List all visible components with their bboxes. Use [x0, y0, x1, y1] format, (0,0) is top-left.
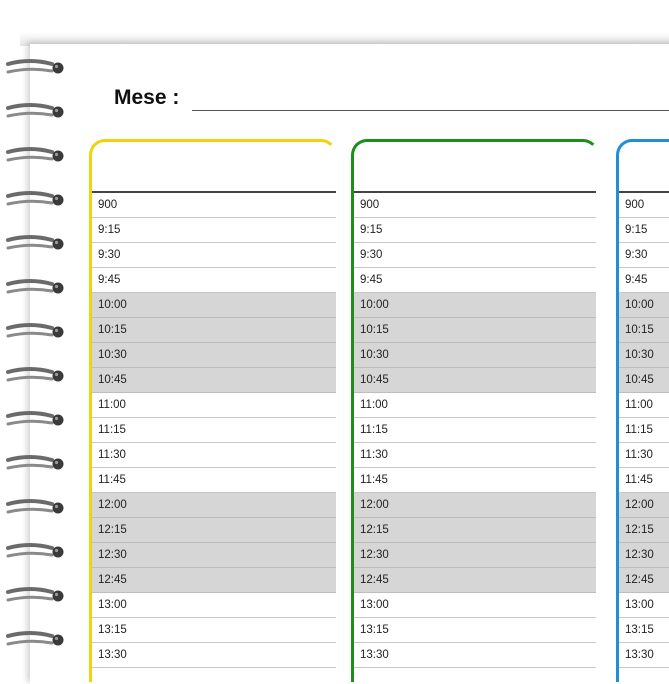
- time-slot[interactable]: 12:45: [92, 568, 336, 593]
- time-slot[interactable]: 900: [619, 193, 669, 218]
- time-slot[interactable]: 12:30: [92, 543, 336, 568]
- time-slot[interactable]: 10:45: [354, 368, 596, 393]
- day-column-3: 900 9:15 9:30 9:45 10:00 10:15 10:30 10:45 11:00…: [616, 139, 669, 682]
- month-input-line[interactable]: [192, 110, 669, 111]
- spiral-binding-icon: [6, 59, 64, 646]
- time-slot[interactable]: 11:00: [92, 393, 336, 418]
- time-slot[interactable]: 13:00: [92, 593, 336, 618]
- time-slot[interactable]: 13:15: [354, 618, 596, 643]
- time-slot[interactable]: 13:30: [354, 643, 596, 668]
- time-slot[interactable]: 9:45: [354, 268, 596, 293]
- time-slot[interactable]: 9:15: [619, 218, 669, 243]
- day-header-3[interactable]: [619, 142, 669, 193]
- time-slot[interactable]: 9:45: [619, 268, 669, 293]
- spiral-ring-icon: [6, 235, 64, 250]
- time-slot[interactable]: 11:45: [92, 468, 336, 493]
- time-slot[interactable]: 900: [354, 193, 596, 218]
- time-slot[interactable]: 11:15: [92, 418, 336, 443]
- time-slot[interactable]: 10:30: [92, 343, 336, 368]
- time-slot[interactable]: 11:00: [619, 393, 669, 418]
- time-slot[interactable]: 11:30: [354, 443, 596, 468]
- time-slot[interactable]: 12:15: [354, 518, 596, 543]
- spiral-ring-icon: [6, 323, 64, 338]
- spiral-ring-icon: [6, 191, 64, 206]
- time-slot[interactable]: 10:15: [354, 318, 596, 343]
- time-slot[interactable]: 12:00: [354, 493, 596, 518]
- time-slot[interactable]: 10:15: [92, 318, 336, 343]
- time-slot[interactable]: 11:45: [619, 468, 669, 493]
- spiral-ring-icon: [6, 147, 64, 162]
- spiral-ring-icon: [6, 367, 64, 382]
- time-slot[interactable]: 11:45: [354, 468, 596, 493]
- time-slot[interactable]: 9:15: [354, 218, 596, 243]
- time-slot[interactable]: 13:30: [619, 643, 669, 668]
- time-slot[interactable]: 11:15: [619, 418, 669, 443]
- spiral-ring-icon: [6, 279, 64, 294]
- time-slot[interactable]: 10:15: [619, 318, 669, 343]
- spiral-ring-icon: [6, 587, 64, 602]
- day-column-2: 900 9:15 9:30 9:45 10:00 10:15 10:30 10:45 11:00…: [351, 139, 599, 682]
- spiral-ring-icon: [6, 103, 64, 118]
- time-slot[interactable]: 10:30: [354, 343, 596, 368]
- time-slot[interactable]: 11:00: [354, 393, 596, 418]
- time-slot[interactable]: 10:45: [619, 368, 669, 393]
- spiral-ring-icon: [6, 455, 64, 470]
- time-slot[interactable]: 9:15: [92, 218, 336, 243]
- spiral-ring-icon: [6, 631, 64, 646]
- time-slot[interactable]: 13:00: [619, 593, 669, 618]
- time-slot[interactable]: 11:15: [354, 418, 596, 443]
- time-slot[interactable]: 9:30: [92, 243, 336, 268]
- time-slot[interactable]: 11:30: [619, 443, 669, 468]
- time-slot[interactable]: 12:45: [619, 568, 669, 593]
- time-slot[interactable]: 12:30: [354, 543, 596, 568]
- time-slot[interactable]: 9:30: [619, 243, 669, 268]
- time-slot[interactable]: 13:15: [619, 618, 669, 643]
- time-slot[interactable]: 10:00: [92, 293, 336, 318]
- time-slot[interactable]: 9:45: [92, 268, 336, 293]
- time-slot[interactable]: 10:45: [92, 368, 336, 393]
- time-slot[interactable]: 900: [92, 193, 336, 218]
- time-slot[interactable]: 10:00: [354, 293, 596, 318]
- time-slot[interactable]: 12:00: [92, 493, 336, 518]
- day-column-1: 900 9:15 9:30 9:45 10:00 10:15 10:30 10:45 11:00…: [89, 139, 337, 682]
- spiral-ring-icon: [6, 411, 64, 426]
- time-slot[interactable]: 10:30: [619, 343, 669, 368]
- spiral-ring-icon: [6, 543, 64, 558]
- time-slot[interactable]: 13:30: [92, 643, 336, 668]
- day-header-2[interactable]: [354, 142, 596, 193]
- time-slot[interactable]: 10:00: [619, 293, 669, 318]
- time-slot[interactable]: 12:45: [354, 568, 596, 593]
- time-slot[interactable]: 11:30: [92, 443, 336, 468]
- time-slot[interactable]: 12:15: [619, 518, 669, 543]
- spiral-ring-icon: [6, 499, 64, 514]
- time-slot[interactable]: 12:15: [92, 518, 336, 543]
- time-slot[interactable]: 12:30: [619, 543, 669, 568]
- month-label: Mese :: [114, 86, 180, 109]
- time-slot[interactable]: 13:00: [354, 593, 596, 618]
- spiral-ring-icon: [6, 59, 64, 74]
- time-slot[interactable]: 12:00: [619, 493, 669, 518]
- time-slot[interactable]: 13:15: [92, 618, 336, 643]
- day-header-1[interactable]: [92, 142, 336, 193]
- time-slot[interactable]: 9:30: [354, 243, 596, 268]
